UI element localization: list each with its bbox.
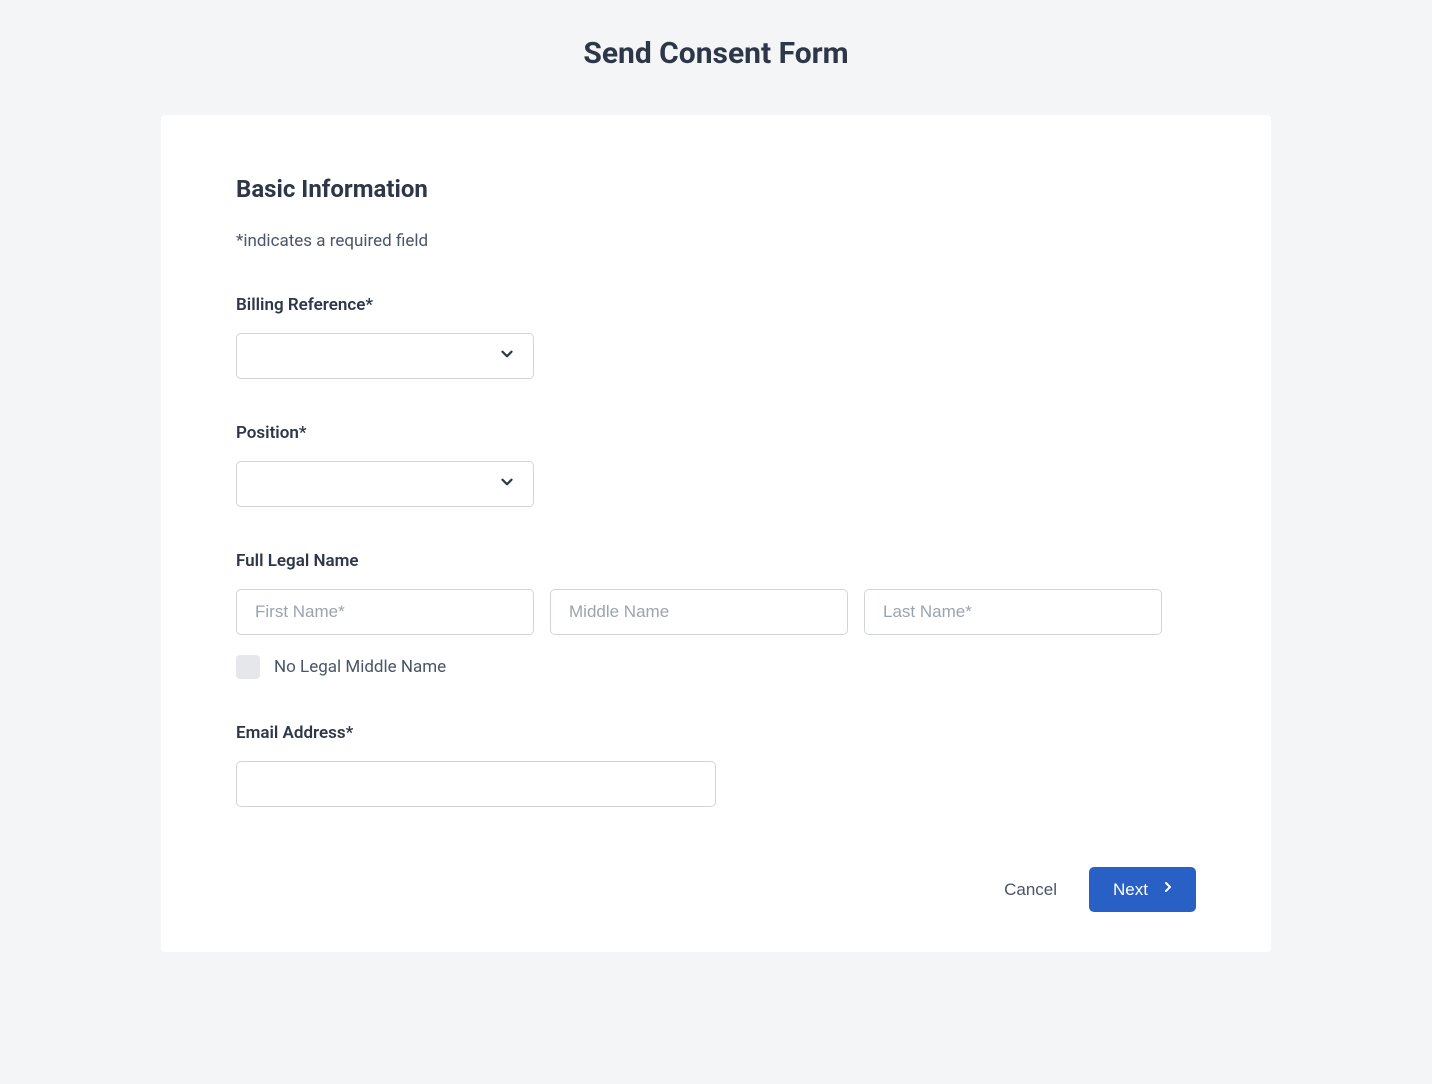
no-middle-name-label: No Legal Middle Name [274, 657, 446, 677]
no-middle-name-checkbox[interactable] [236, 655, 260, 679]
full-legal-name-group: Full Legal Name No Legal Middle Name [236, 551, 1196, 679]
position-group: Position* [236, 423, 1196, 507]
name-row [236, 589, 1196, 635]
position-select[interactable] [236, 461, 534, 507]
position-select-wrapper [236, 461, 534, 507]
first-name-input[interactable] [236, 589, 534, 635]
billing-reference-label: Billing Reference* [236, 295, 1196, 315]
full-legal-name-label: Full Legal Name [236, 551, 1196, 571]
chevron-right-icon [1160, 879, 1176, 900]
form-card: Basic Information *indicates a required … [161, 115, 1271, 952]
cancel-button[interactable]: Cancel [1004, 880, 1057, 900]
email-label: Email Address* [236, 723, 1196, 743]
last-name-input[interactable] [864, 589, 1162, 635]
next-button[interactable]: Next [1089, 867, 1196, 912]
section-title: Basic Information [236, 175, 1196, 203]
email-input[interactable] [236, 761, 716, 807]
footer-actions: Cancel Next [236, 867, 1196, 912]
no-middle-name-row: No Legal Middle Name [236, 655, 1196, 679]
billing-reference-select[interactable] [236, 333, 534, 379]
required-note: *indicates a required field [236, 231, 1196, 251]
next-button-label: Next [1113, 880, 1148, 900]
middle-name-input[interactable] [550, 589, 848, 635]
billing-reference-group: Billing Reference* [236, 295, 1196, 379]
billing-reference-select-wrapper [236, 333, 534, 379]
position-label: Position* [236, 423, 1196, 443]
page-title: Send Consent Form [50, 0, 1382, 115]
page-wrapper: Send Consent Form Basic Information *ind… [0, 0, 1432, 1002]
email-group: Email Address* [236, 723, 1196, 807]
